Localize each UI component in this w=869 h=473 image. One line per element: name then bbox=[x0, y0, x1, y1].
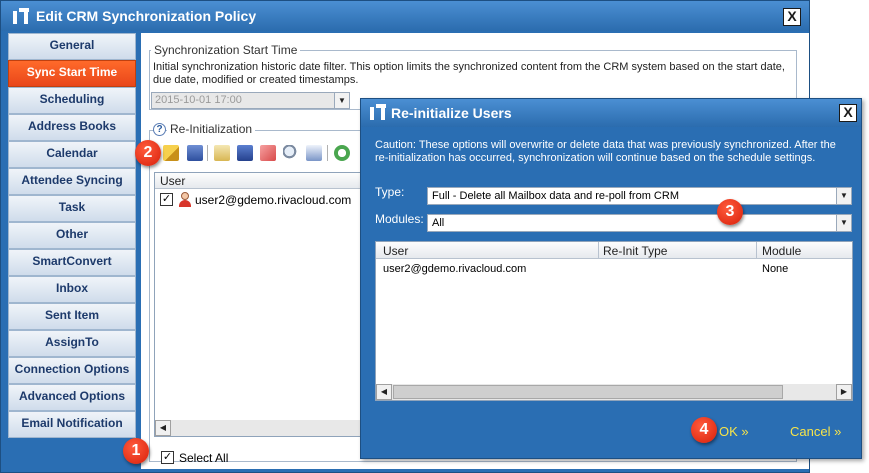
dialog-title: Re-initialize Users bbox=[391, 105, 512, 121]
sync-start-group-label: Synchronization Start Time bbox=[151, 43, 301, 57]
type-label: Type: bbox=[375, 185, 405, 199]
search-icon[interactable] bbox=[283, 145, 299, 161]
riva-logo-icon bbox=[13, 8, 29, 24]
column-header-module[interactable]: Module bbox=[762, 244, 801, 258]
scroll-left-icon[interactable]: ◀ bbox=[155, 420, 171, 436]
sidebar-item-calendar[interactable]: Calendar bbox=[8, 141, 136, 168]
start-date-value: 2015-10-01 17:00 bbox=[155, 94, 242, 106]
cancel-button[interactable]: Cancel » bbox=[790, 424, 841, 439]
horizontal-scrollbar[interactable]: ◀ ▶ bbox=[376, 384, 852, 400]
start-date-combo[interactable]: 2015-10-01 17:00 ▼ bbox=[151, 92, 350, 109]
main-window-title: Edit CRM Synchronization Policy bbox=[36, 8, 257, 24]
toolbar-divider bbox=[207, 145, 209, 161]
grid-header-user[interactable]: User bbox=[160, 174, 185, 188]
scroll-left-icon[interactable]: ◀ bbox=[376, 384, 392, 400]
callout-badge-3: 3 bbox=[717, 199, 743, 225]
sidebar-item-sync-start-time[interactable]: Sync Start Time bbox=[8, 60, 136, 87]
refresh-icon[interactable] bbox=[334, 145, 350, 161]
reinit-users-grid: User Re-Init Type Module user2@gdemo.riv… bbox=[375, 241, 853, 401]
column-header-user[interactable]: User bbox=[383, 244, 408, 258]
modules-select[interactable]: All ▼ bbox=[427, 214, 852, 232]
sidebar-item-scheduling[interactable]: Scheduling bbox=[8, 87, 136, 114]
sidebar-item-general[interactable]: General bbox=[8, 33, 136, 60]
row-module: None bbox=[762, 263, 789, 275]
callout-badge-2: 2 bbox=[135, 140, 161, 166]
row-user: user2@gdemo.rivacloud.com bbox=[383, 263, 527, 275]
sidebar-item-sent-item[interactable]: Sent Item bbox=[8, 303, 136, 330]
column-divider bbox=[756, 242, 757, 259]
grid-header: User Re-Init Type Module bbox=[376, 242, 852, 259]
eraser-icon[interactable] bbox=[260, 145, 276, 161]
modules-select-value: All bbox=[432, 217, 445, 229]
dialog-title-bar[interactable]: Re-initialize Users X bbox=[361, 99, 861, 127]
edit-icon[interactable] bbox=[163, 145, 179, 161]
type-select-value: Full - Delete all Mailbox data and re-po… bbox=[432, 190, 679, 202]
scroll-right-icon[interactable]: ▶ bbox=[836, 384, 852, 400]
chevron-down-icon[interactable]: ▼ bbox=[836, 188, 851, 204]
ok-button[interactable]: OK » bbox=[719, 424, 749, 439]
user-icon bbox=[178, 192, 192, 207]
caution-text: Caution: These options will overwrite or… bbox=[375, 139, 836, 164]
sidebar-item-inbox[interactable]: Inbox bbox=[8, 276, 136, 303]
sidebar-nav: General Sync Start Time Scheduling Addre… bbox=[5, 33, 136, 469]
horizontal-scrollbar[interactable]: ◀ bbox=[155, 420, 363, 436]
sidebar-item-address-books[interactable]: Address Books bbox=[8, 114, 136, 141]
sidebar-item-task[interactable]: Task bbox=[8, 195, 136, 222]
column-header-reinit-type[interactable]: Re-Init Type bbox=[603, 244, 667, 258]
table-row[interactable]: ✓ user2@gdemo.rivacloud.com bbox=[155, 191, 363, 209]
toolbar-divider bbox=[327, 145, 329, 161]
sidebar-item-assignto[interactable]: AssignTo bbox=[8, 330, 136, 357]
reinit-users-dialog: Re-initialize Users X Caution: These opt… bbox=[360, 98, 862, 459]
type-select[interactable]: Full - Delete all Mailbox data and re-po… bbox=[427, 187, 852, 205]
close-icon[interactable]: X bbox=[783, 8, 801, 26]
sidebar-item-connection-options[interactable]: Connection Options bbox=[8, 357, 136, 384]
close-icon[interactable]: X bbox=[839, 104, 857, 122]
reinit-group-label: Re-Initialization bbox=[167, 122, 256, 136]
scroll-thumb[interactable] bbox=[393, 385, 783, 399]
main-title-bar[interactable]: Edit CRM Synchronization Policy X bbox=[1, 1, 809, 31]
export-icon[interactable] bbox=[306, 145, 322, 161]
row-checkbox[interactable]: ✓ bbox=[160, 193, 173, 206]
sidebar-item-smartconvert[interactable]: SmartConvert bbox=[8, 249, 136, 276]
callout-badge-1: 1 bbox=[123, 438, 149, 464]
row-user-email: user2@gdemo.rivacloud.com bbox=[195, 193, 352, 207]
select-all-checkbox[interactable]: ✓ bbox=[161, 451, 174, 464]
callout-badge-4: 4 bbox=[691, 417, 717, 443]
copy-icon[interactable] bbox=[187, 145, 203, 161]
reinit-toolbar bbox=[163, 143, 363, 163]
chevron-down-icon[interactable]: ▼ bbox=[836, 215, 851, 231]
column-divider bbox=[598, 242, 599, 259]
riva-logo-icon bbox=[370, 104, 386, 120]
notes-icon[interactable] bbox=[214, 145, 230, 161]
sidebar-item-email-notification[interactable]: Email Notification bbox=[8, 411, 136, 438]
grid-header: User bbox=[155, 173, 363, 189]
save-icon[interactable] bbox=[237, 145, 253, 161]
sidebar-item-advanced-options[interactable]: Advanced Options bbox=[8, 384, 136, 411]
table-row[interactable]: user2@gdemo.rivacloud.com None bbox=[376, 261, 852, 279]
sidebar-item-attendee-syncing[interactable]: Attendee Syncing bbox=[8, 168, 136, 195]
reinit-user-grid: User ✓ user2@gdemo.rivacloud.com ◀ bbox=[154, 172, 364, 437]
sidebar-item-other[interactable]: Other bbox=[8, 222, 136, 249]
modules-label: Modules: bbox=[375, 212, 424, 226]
chevron-down-icon[interactable]: ▼ bbox=[334, 93, 349, 108]
select-all-label: Select All bbox=[179, 451, 229, 465]
sync-start-description: Initial synchronization historic date fi… bbox=[153, 61, 785, 86]
help-icon[interactable]: ? bbox=[153, 123, 166, 136]
